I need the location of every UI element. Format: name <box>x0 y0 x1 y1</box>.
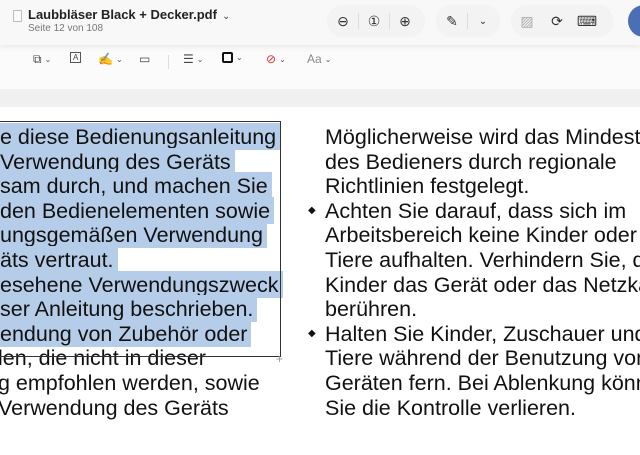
title-bar: Laubbläser Black + Decker.pdf ⌄ Seite 12 … <box>0 0 640 45</box>
chevron-down-icon: ⌄ <box>324 54 332 64</box>
window-title[interactable]: Laubbläser Black + Decker.pdf ⌄ <box>28 7 230 22</box>
highlight-controls: ✎ ⌄ <box>437 6 499 36</box>
text-line[interactable]: ◆ Halten Sie Kinder, Zuschauer und <box>308 322 640 347</box>
chevron-down-icon: ⌄ <box>115 54 123 64</box>
zoom-controls: ⊖ ① ⊕ <box>328 6 424 36</box>
text-style-button[interactable]: Aa ⌄ <box>307 52 331 66</box>
window-icon: ▭ <box>139 52 151 66</box>
avatar[interactable] <box>628 5 640 37</box>
text-box-icon: A <box>70 52 82 63</box>
chevron-down-icon: ⌄ <box>279 54 286 64</box>
text-box-button[interactable]: A <box>70 52 82 63</box>
markup-icon[interactable]: ⌨ <box>572 6 602 36</box>
text-style-label: Aa <box>307 52 322 66</box>
text-line[interactable]: Arbeitsbereich keine Kinder oder <box>325 223 640 248</box>
chevron-down-icon: ⌄ <box>44 55 52 64</box>
text-line[interactable]: Richtlinien festgelegt. <box>325 174 640 199</box>
text-line[interactable]: Geräten fern. Bei Ablenkung könne <box>325 371 640 396</box>
text-line[interactable]: des Bedieners durch regionale <box>325 150 640 175</box>
page-indicator: Seite 12 von 108 <box>28 23 104 34</box>
text-line[interactable]: Tiere aufhalten. Verhindern Sie, da <box>325 248 640 273</box>
bullet-icon: ◆ <box>308 204 316 216</box>
border-color-icon <box>222 52 233 63</box>
rotate-icon[interactable]: ⟳ <box>542 6 572 36</box>
text-line[interactable]: ◆ Achten Sie darauf, dass sich im <box>308 199 640 224</box>
text-line[interactable]: Kinder das Gerät oder das Netzkab <box>325 273 640 298</box>
text[interactable]: Sie die Kontrolle verlieren. <box>325 396 576 420</box>
document-icon <box>13 10 22 22</box>
chevron-down-icon: ⌄ <box>236 53 243 62</box>
text[interactable]: berühren. <box>325 297 417 321</box>
text[interactable]: g empfohlen werden, sowie <box>0 371 260 395</box>
text[interactable]: Verwendung des Geräts <box>0 396 229 420</box>
text-line[interactable]: berühren. <box>325 297 640 322</box>
chevron-down-icon[interactable]: ⌄ <box>222 11 230 22</box>
page-gap <box>0 89 640 107</box>
text[interactable]: Tiere aufhalten. Verhindern Sie, da <box>325 248 640 272</box>
text[interactable]: Möglicherweise wird das Mindestal <box>325 125 640 149</box>
tool-controls: ▨ ⟳ ⌨ <box>512 6 612 36</box>
text[interactable]: Tiere während der Benutzung von <box>325 346 640 370</box>
text[interactable]: Geräten fern. Bei Ablenkung könne <box>325 371 640 395</box>
divider <box>168 55 169 69</box>
bullet-icon: ◆ <box>308 327 316 339</box>
border-color-button[interactable]: ⌄ <box>222 52 243 63</box>
text-line[interactable]: Möglicherweise wird das Mindestal <box>325 125 640 150</box>
line-style-icon: ☰ <box>183 52 194 66</box>
shapes-button[interactable]: ⧉ ⌄ <box>33 52 51 67</box>
zoom-in-icon[interactable]: ⊕ <box>390 6 420 36</box>
text[interactable]: Richtlinien festgelegt. <box>325 174 529 198</box>
text-line[interactable]: Sie die Kontrolle verlieren. <box>325 396 640 421</box>
title-text: Laubbläser Black + Decker.pdf <box>28 7 217 22</box>
text[interactable]: Achten Sie darauf, dass sich im <box>325 199 626 223</box>
rectangle-annotation[interactable] <box>0 121 281 357</box>
chevron-down-icon[interactable]: ⌄ <box>468 6 498 36</box>
text[interactable]: Arbeitsbereich keine Kinder oder <box>325 223 637 247</box>
shapes-icon: ⧉ <box>33 52 42 66</box>
text-line[interactable]: g empfohlen werden, sowie <box>0 371 283 396</box>
line-style-button[interactable]: ☰ ⌄ <box>183 52 203 66</box>
chevron-down-icon: ⌄ <box>196 54 204 64</box>
text-line[interactable]: Tiere während der Benutzung von <box>325 346 640 371</box>
actual-size-icon[interactable]: ① <box>359 6 389 36</box>
pencil-icon[interactable]: ✎ <box>437 6 467 36</box>
resize-handle[interactable]: + <box>276 352 283 366</box>
redact-icon[interactable]: ▨ <box>512 6 542 36</box>
text[interactable]: des Bedieners durch regionale <box>325 150 617 174</box>
text-line[interactable]: Verwendung des Geräts <box>0 396 283 421</box>
right-column: Möglicherweise wird das Mindestal des Bed… <box>308 125 640 421</box>
no-fill-icon: ⊘ <box>266 52 277 66</box>
zoom-out-icon[interactable]: ⊖ <box>328 6 358 36</box>
note-button[interactable]: ▭ <box>139 52 150 66</box>
signature-button[interactable]: ✍ ⌄ <box>98 52 123 66</box>
fill-color-button[interactable]: ⊘ ⌄ <box>266 52 286 66</box>
text[interactable]: Halten Sie Kinder, Zuschauer und <box>325 322 640 346</box>
text[interactable]: Kinder das Gerät oder das Netzkab <box>325 273 640 297</box>
signature-icon: ✍ <box>98 52 113 66</box>
